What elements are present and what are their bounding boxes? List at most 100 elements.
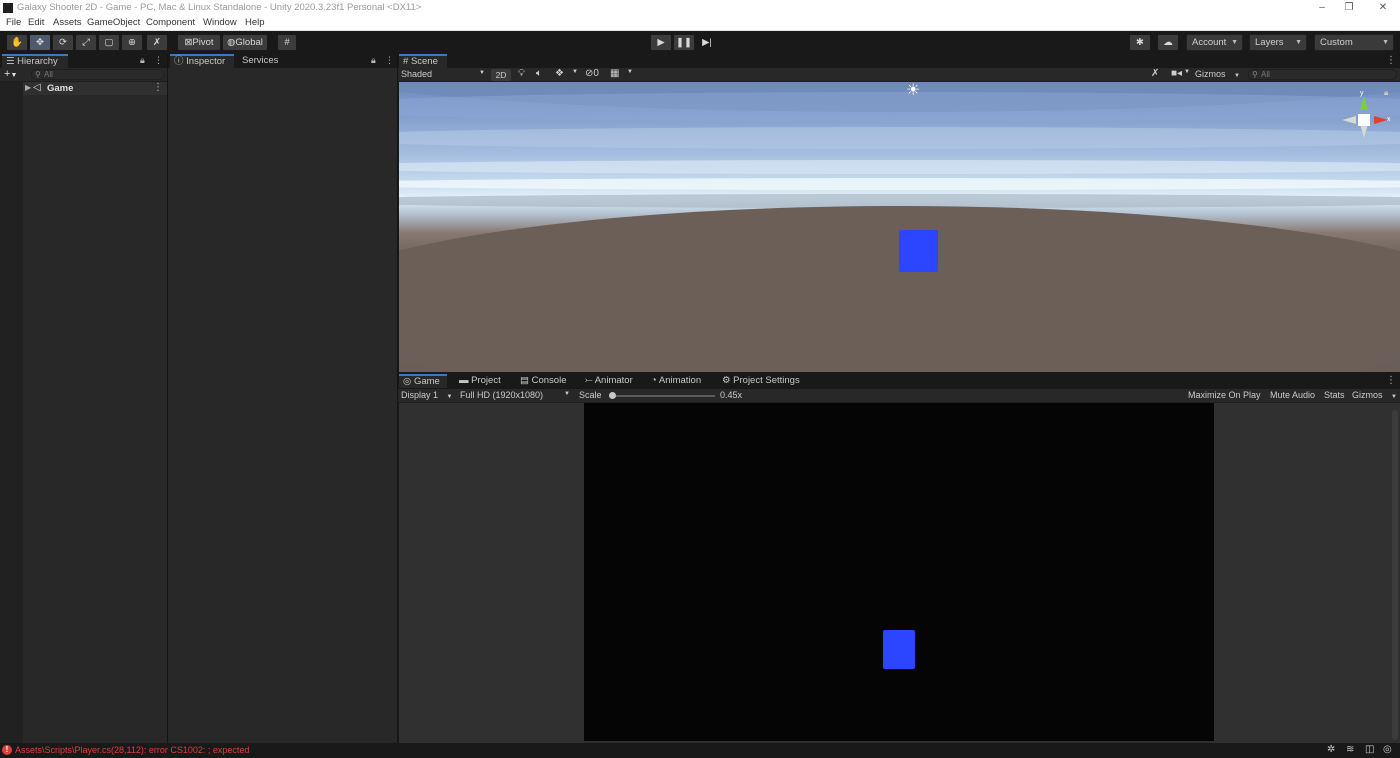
shading-mode-dropdown[interactable]: Shaded ▼: [401, 69, 487, 81]
pivot-toggle-button[interactable]: ⊠Pivot: [177, 34, 221, 51]
menu-gameobject[interactable]: GameObject: [87, 17, 140, 28]
layers-label: Layers: [1255, 37, 1284, 48]
more-options-icon[interactable]: ⋮: [153, 82, 163, 93]
console-error-message[interactable]: Assets\Scripts\Player.cs(28,112): error …: [15, 745, 249, 755]
game-gizmos-button[interactable]: Gizmos ▼: [1352, 390, 1397, 400]
orientation-gizmo[interactable]: y x: [1340, 90, 1392, 146]
scene-viewport[interactable]: ☀ y x 🔒︎: [399, 82, 1400, 372]
tab-services[interactable]: Services: [238, 54, 282, 68]
more-options-icon[interactable]: ⋮: [1386, 55, 1396, 66]
layers-dropdown[interactable]: Layers ▼: [1249, 34, 1307, 51]
grid-snap-icon[interactable]: #: [277, 34, 297, 51]
tab-inspector[interactable]: ⓘ Inspector: [170, 54, 234, 68]
lock-icon[interactable]: 🔒︎: [1384, 88, 1388, 98]
tab-project-settings[interactable]: ⚙ Project Settings: [718, 374, 804, 388]
lock-icon[interactable]: 🔒︎: [371, 55, 376, 66]
game-view[interactable]: [584, 403, 1214, 741]
account-dropdown[interactable]: Account ▼: [1186, 34, 1243, 51]
game-scrollbar[interactable]: [1392, 410, 1398, 740]
pause-button[interactable]: ❚❚: [673, 34, 695, 51]
menu-window[interactable]: Window: [203, 17, 237, 28]
cloud-icon[interactable]: ☁: [1157, 34, 1179, 51]
chevron-down-icon[interactable]: ▼: [627, 69, 633, 75]
animator-icon: ⤚: [585, 375, 595, 386]
scale-tool-icon[interactable]: ⤢: [75, 34, 97, 51]
tab-scene[interactable]: # Scene: [399, 54, 447, 68]
custom-tool-icon[interactable]: ✗: [146, 34, 168, 51]
hierarchy-search-placeholder: All: [44, 70, 53, 79]
folder-icon: ▬: [459, 375, 472, 386]
neg-x-arrow[interactable]: [1342, 116, 1356, 124]
menu-component[interactable]: Component: [146, 17, 195, 28]
chevron-down-icon[interactable]: ▼: [1184, 69, 1190, 75]
tab-game[interactable]: ◎ Game: [399, 374, 447, 388]
more-options-icon[interactable]: ⋮: [385, 55, 394, 66]
mute-audio-button[interactable]: Mute Audio: [1270, 390, 1315, 400]
tab-animation[interactable]: ◔ Animation: [647, 374, 705, 388]
lighting-icon[interactable]: 💡︎: [518, 68, 525, 79]
rect-tool-icon[interactable]: ▢: [98, 34, 120, 51]
scene-gizmos-dropdown[interactable]: Gizmos ▼: [1195, 69, 1240, 79]
2d-toggle-button[interactable]: 2D: [491, 69, 511, 81]
move-tool-icon[interactable]: ✥: [29, 34, 51, 51]
tab-project[interactable]: ▬ Project: [455, 374, 505, 388]
scene-gizmos-label: Gizmos: [1195, 69, 1226, 79]
sun-icon: ☀: [906, 82, 921, 99]
menu-assets[interactable]: Assets: [53, 17, 82, 28]
list-item[interactable]: ▶ ◁ Game ⋮: [23, 82, 167, 95]
main-toolbar: ✋ ✥ ⟳ ⤢ ▢ ⊕ ✗ ⊠Pivot ◍Global # ▶ ❚❚ ▶| ✱…: [0, 31, 1400, 53]
x-axis-arrow[interactable]: [1374, 116, 1388, 124]
effects-icon[interactable]: ❖: [555, 68, 564, 79]
more-options-icon[interactable]: ⋮: [154, 55, 163, 66]
chevron-down-icon[interactable]: ▼: [572, 69, 578, 75]
tools-icon[interactable]: ✗: [1151, 68, 1159, 79]
global-toggle-button[interactable]: ◍Global: [222, 34, 268, 51]
inspector-panel: ⓘ Inspector Services 🔒︎ ⋮: [168, 54, 397, 743]
audio-icon[interactable]: 🔈︎: [536, 68, 542, 79]
display-dropdown[interactable]: Display 1 ▼: [401, 390, 452, 400]
collab-icon[interactable]: ✱: [1129, 34, 1151, 51]
maximize-on-play-button[interactable]: Maximize On Play: [1188, 390, 1261, 400]
expand-arrow-icon[interactable]: ▶: [25, 83, 31, 92]
scale-slider-handle[interactable]: [609, 392, 616, 399]
stack-icon[interactable]: ≋: [1346, 744, 1354, 755]
tab-animator[interactable]: ⤚ Animator: [581, 374, 637, 388]
y-axis-arrow[interactable]: [1360, 96, 1368, 110]
gizmo-center[interactable]: [1358, 114, 1370, 126]
tab-hierarchy[interactable]: ☰ Hierarchy: [2, 54, 68, 68]
hierarchy-search-input[interactable]: ⚲ All: [31, 69, 164, 80]
chevron-down-icon: ▼: [564, 391, 570, 397]
more-options-icon[interactable]: ⋮: [1386, 375, 1396, 386]
lock-icon[interactable]: 🔒︎: [140, 55, 145, 66]
minimize-button[interactable]: –: [1313, 1, 1331, 15]
progress-icon[interactable]: ◫: [1365, 744, 1374, 755]
menu-file[interactable]: File: [6, 17, 21, 28]
stats-button[interactable]: Stats: [1324, 390, 1345, 400]
hidden-objects-icon[interactable]: ⊘0: [585, 68, 599, 79]
add-button[interactable]: +▼: [4, 68, 17, 82]
neg-y-arrow[interactable]: [1360, 124, 1368, 138]
layout-dropdown[interactable]: Custom ▼: [1314, 34, 1394, 51]
auto-generate-lighting-icon[interactable]: ◎: [1383, 744, 1392, 755]
x-axis-label: x: [1387, 116, 1391, 123]
rotate-tool-icon[interactable]: ⟳: [52, 34, 74, 51]
cube-object[interactable]: [899, 230, 938, 272]
hand-tool-icon[interactable]: ✋: [6, 34, 28, 51]
transform-tool-icon[interactable]: ⊕: [121, 34, 143, 51]
hierarchy-panel: ☰ Hierarchy 🔒︎ ⋮ +▼ ⚲ All ▶ ◁ Game ⋮: [0, 54, 167, 743]
scene-search-input[interactable]: ⚲ All: [1248, 69, 1397, 80]
step-button[interactable]: ▶|: [696, 34, 718, 51]
inspector-tab-label: Inspector: [186, 56, 226, 67]
close-button[interactable]: ✕: [1374, 1, 1392, 15]
resolution-dropdown[interactable]: Full HD (1920x1080) ▼: [460, 390, 572, 400]
camera-icon[interactable]: ■◂: [1171, 68, 1182, 79]
menu-edit[interactable]: Edit: [28, 17, 44, 28]
scale-slider-track[interactable]: [610, 395, 715, 397]
bug-icon[interactable]: ✲: [1327, 744, 1335, 755]
menu-help[interactable]: Help: [245, 17, 265, 28]
tab-console[interactable]: ▤ Console: [516, 374, 570, 388]
restore-button[interactable]: ❐: [1340, 1, 1358, 15]
chevron-down-icon: ▼: [446, 394, 453, 400]
grid-icon[interactable]: ▦: [610, 68, 619, 79]
play-button[interactable]: ▶: [650, 34, 672, 51]
